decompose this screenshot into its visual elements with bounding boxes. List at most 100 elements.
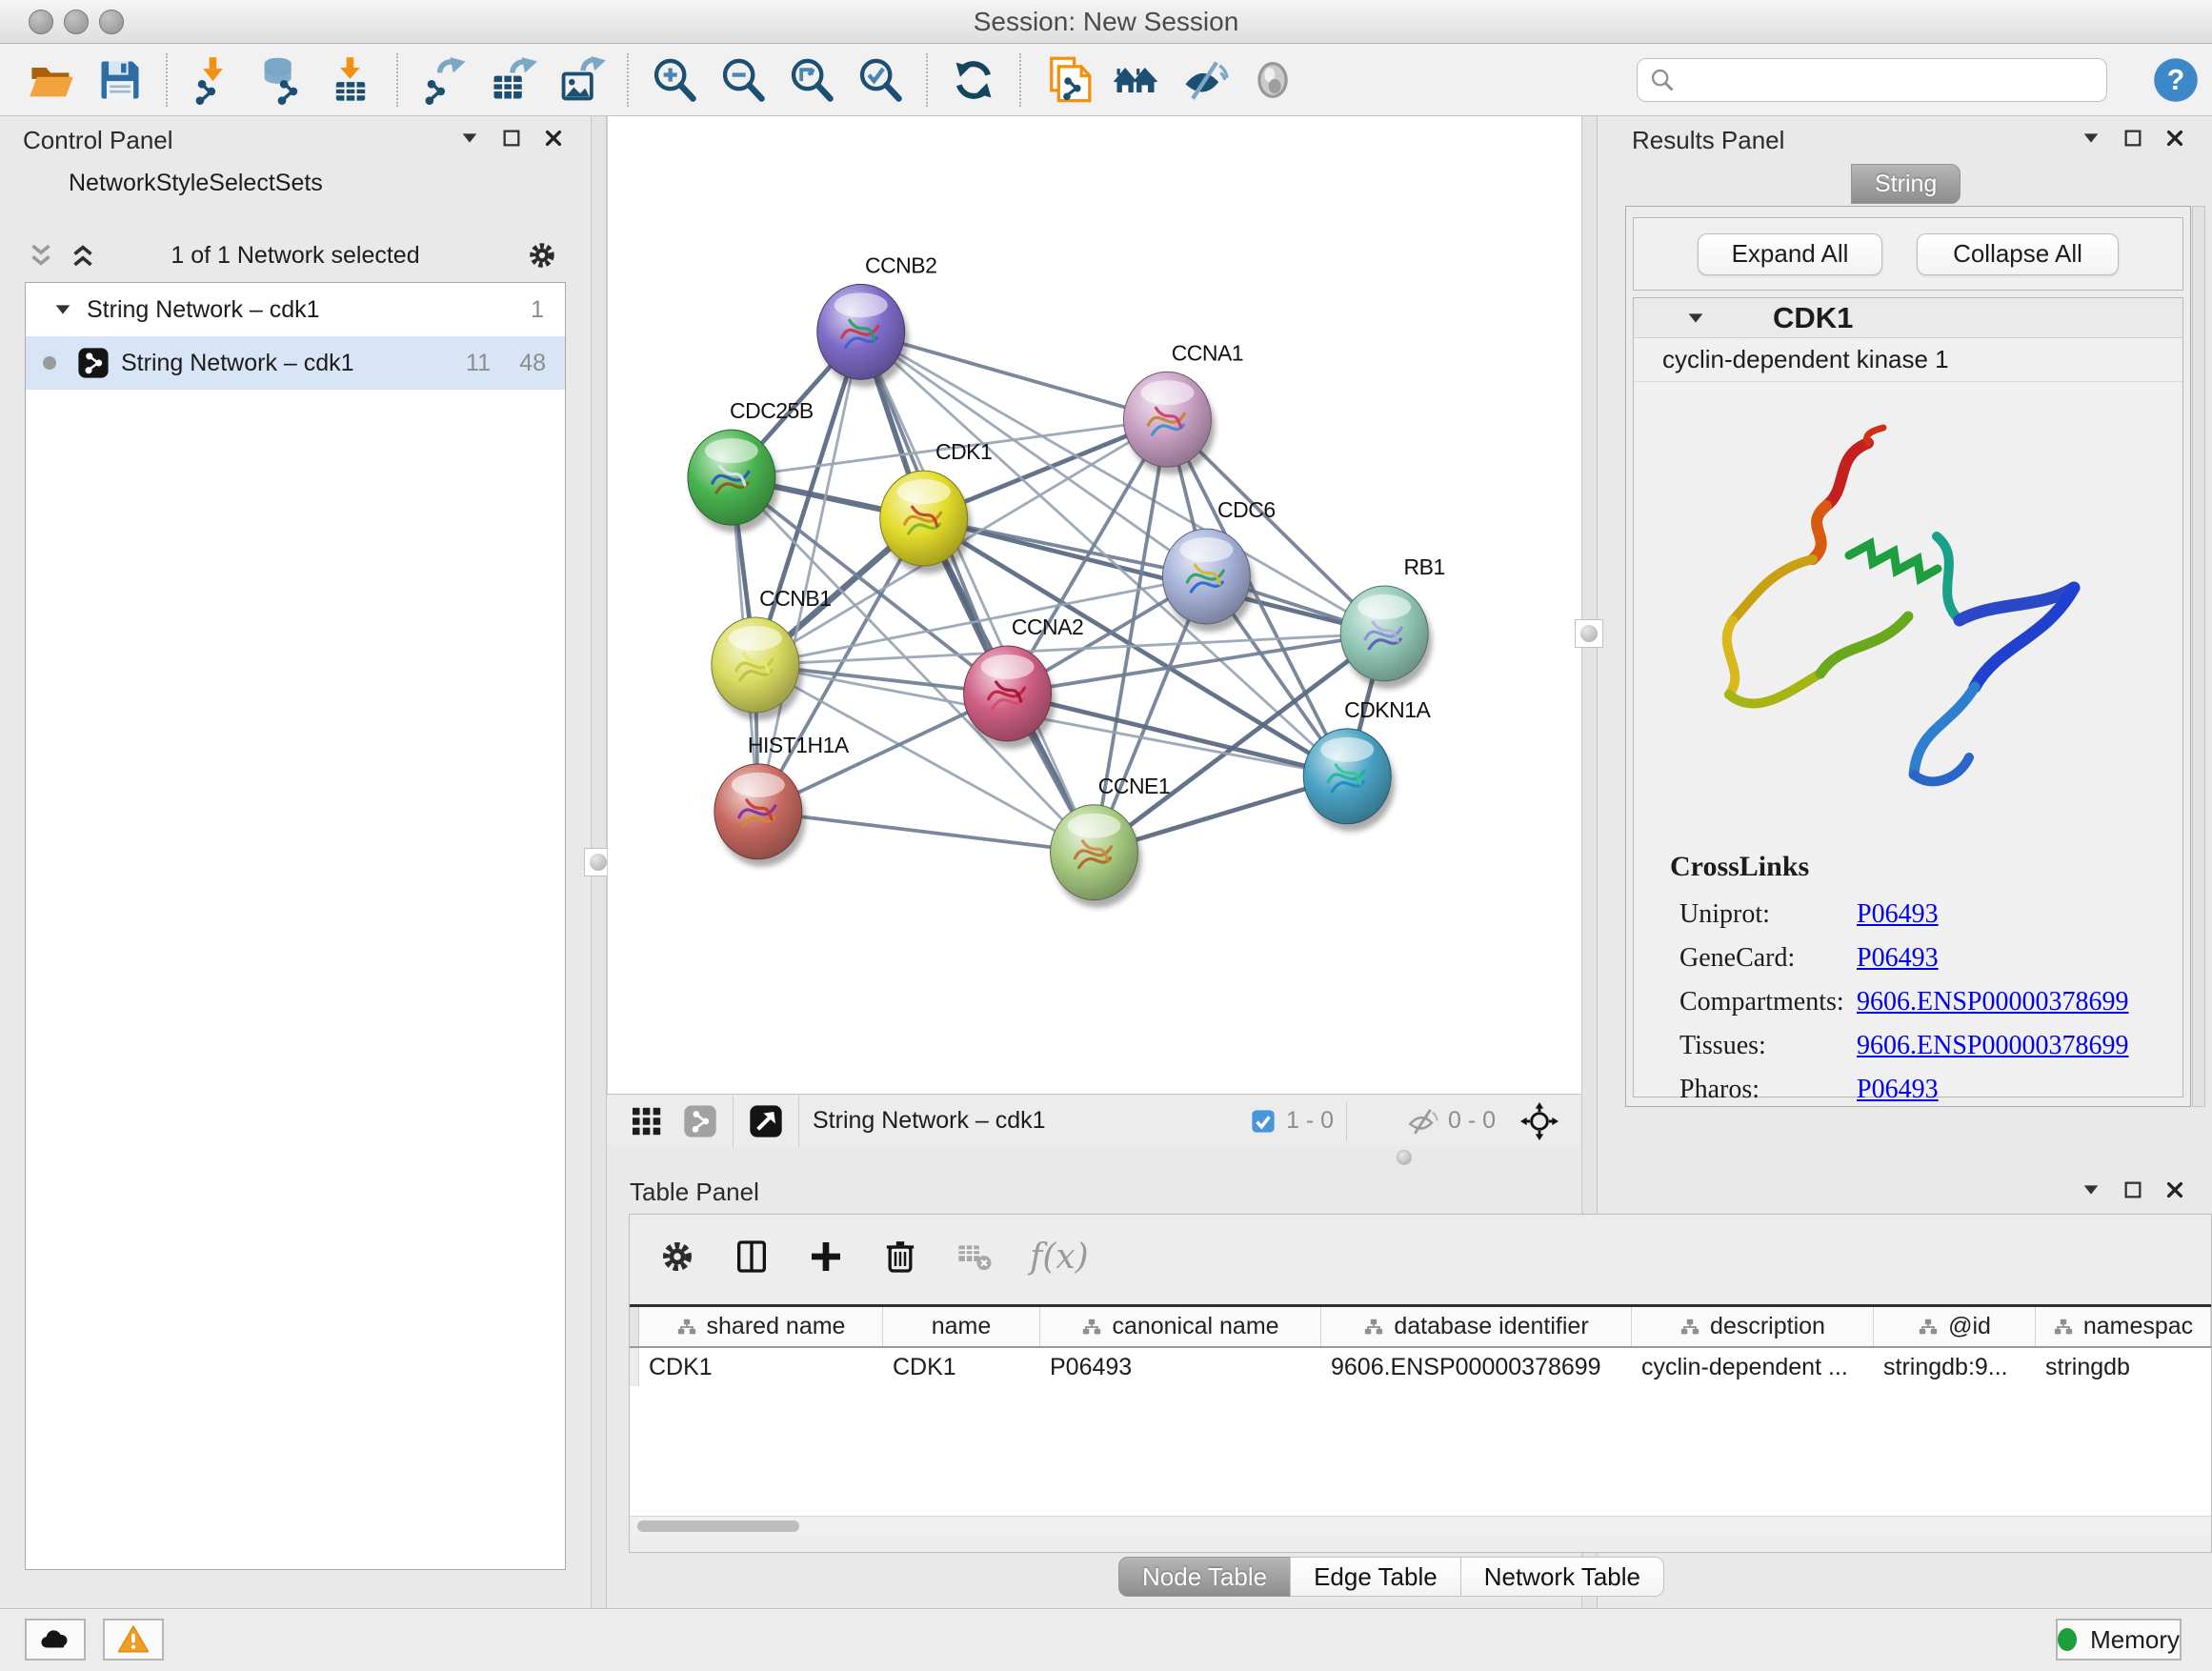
network-row-selected[interactable]: String Network – cdk1 11 48 xyxy=(26,336,565,390)
collection-expand-icon[interactable] xyxy=(52,299,73,320)
results-float-icon[interactable] xyxy=(2122,128,2143,149)
string-home-button[interactable] xyxy=(1108,52,1163,108)
tab-style[interactable]: Style xyxy=(156,170,210,196)
results-scrollbar[interactable] xyxy=(2192,206,2205,1107)
edge-HIST1H1A-CCNE1[interactable] xyxy=(758,812,1095,853)
window-title: Session: New Session xyxy=(0,7,2212,37)
network-documents-button[interactable] xyxy=(1039,52,1095,108)
help-button[interactable]: ? xyxy=(2151,55,2201,105)
tab-string[interactable]: String xyxy=(1851,164,1961,204)
fit-selected-crosshair-icon[interactable] xyxy=(1520,1102,1558,1140)
node-table[interactable]: shared namenamecanonical namedatabase id… xyxy=(630,1304,2211,1386)
hidden-eye-icon[interactable] xyxy=(1406,1105,1438,1137)
export-table-button[interactable] xyxy=(485,52,540,108)
show-all-button[interactable] xyxy=(1245,52,1300,108)
memory-button[interactable]: Memory xyxy=(2056,1619,2182,1661)
network-collection-row[interactable]: String Network – cdk1 1 xyxy=(26,283,565,336)
network-canvas[interactable]: CCNB2CCNA1CDC25BCDK1CDC6RB1CCNB1CCNA2CDK… xyxy=(607,116,1581,1094)
table-h-scrollbar[interactable] xyxy=(630,1516,2211,1535)
edge-CDK1-RB1[interactable] xyxy=(924,518,1385,634)
grid-view-icon[interactable] xyxy=(628,1102,666,1140)
node-CDC25B[interactable]: CDC25B xyxy=(688,398,814,533)
table-float-icon[interactable] xyxy=(2122,1179,2143,1200)
panel-menu-icon[interactable] xyxy=(459,128,480,149)
crosslink-link[interactable]: P06493 xyxy=(1857,943,1939,974)
tab-sets[interactable]: Sets xyxy=(275,170,323,196)
zoom-selected-button[interactable] xyxy=(853,52,908,108)
node-RB1[interactable]: RB1 xyxy=(1340,554,1445,689)
column-header-namespac[interactable]: namespac xyxy=(2036,1307,2211,1346)
import-network-from-database-button[interactable] xyxy=(254,52,310,108)
column-header-description[interactable]: description xyxy=(1632,1307,1874,1346)
cloud-button[interactable] xyxy=(25,1619,86,1661)
tab-network[interactable]: Network xyxy=(69,170,156,196)
collapse-all-button[interactable]: Collapse All xyxy=(1917,233,2119,275)
zoom-in-button[interactable] xyxy=(647,52,702,108)
help-icon: ? xyxy=(2151,55,2201,105)
export-image-button[interactable] xyxy=(553,52,609,108)
zoom-fit-button[interactable] xyxy=(784,52,839,108)
results-menu-icon[interactable] xyxy=(2081,128,2101,149)
network-options-gear-icon[interactable] xyxy=(526,239,558,272)
column-header-canonical-name[interactable]: canonical name xyxy=(1040,1307,1321,1346)
table-cell[interactable]: CDK1 xyxy=(883,1348,1040,1386)
table-cell[interactable]: P06493 xyxy=(1040,1348,1321,1386)
selected-checkbox-icon[interactable] xyxy=(1250,1108,1277,1135)
save-session-button[interactable] xyxy=(92,52,148,108)
table-menu-icon[interactable] xyxy=(2081,1179,2101,1200)
hide-selected-button[interactable] xyxy=(1176,52,1232,108)
node-CCNA1[interactable]: CCNA1 xyxy=(1123,340,1243,474)
crosslink-link[interactable]: 9606.ENSP00000378699 xyxy=(1857,1031,2128,1061)
zoom-fit-icon xyxy=(787,55,836,105)
column-header-database-identifier[interactable]: database identifier xyxy=(1321,1307,1632,1346)
birdseye-view-icon[interactable] xyxy=(747,1102,785,1140)
node-label-HIST1H1A: HIST1H1A xyxy=(748,733,850,757)
panel-float-icon[interactable] xyxy=(501,128,522,149)
crosslink-link[interactable]: P06493 xyxy=(1857,1075,1939,1105)
node-CDKN1A[interactable]: CDKN1A xyxy=(1303,697,1431,832)
table-cell[interactable]: CDK1 xyxy=(639,1348,883,1386)
show-columns-icon[interactable] xyxy=(733,1238,771,1276)
node-HIST1H1A[interactable]: HIST1H1A xyxy=(714,733,850,867)
table-row[interactable]: CDK1CDK1P064939606.ENSP00000378699cyclin… xyxy=(630,1348,2211,1386)
zoom-out-button[interactable] xyxy=(715,52,771,108)
import-network-icon xyxy=(189,55,238,105)
tab-edge-table[interactable]: Edge Table xyxy=(1290,1557,1461,1597)
column-header-name[interactable]: name xyxy=(883,1307,1040,1346)
tab-select[interactable]: Select xyxy=(209,170,274,196)
table-cell[interactable]: 9606.ENSP00000378699 xyxy=(1321,1348,1632,1386)
expand-all-button[interactable]: Expand All xyxy=(1698,233,1882,275)
panel-close-icon[interactable] xyxy=(543,128,564,149)
table-h-scrollbar-thumb[interactable] xyxy=(637,1520,799,1532)
search-input[interactable] xyxy=(1637,58,2107,102)
node-CDC6[interactable]: CDC6 xyxy=(1162,497,1275,632)
crosslink-link[interactable]: P06493 xyxy=(1857,899,1939,930)
network-tree: String Network – cdk1 1 String Network –… xyxy=(25,282,566,1570)
crosslink-link[interactable]: 9606.ENSP00000378699 xyxy=(1857,987,2128,1017)
table-cell[interactable]: cyclin-dependent ... xyxy=(1632,1348,1874,1386)
export-network-button[interactable] xyxy=(416,52,472,108)
network-view-icon[interactable] xyxy=(681,1102,719,1140)
node-CDK1[interactable]: CDK1 xyxy=(880,439,993,574)
table-options-gear-icon[interactable] xyxy=(658,1238,696,1276)
import-table-from-file-button[interactable] xyxy=(323,52,378,108)
import-network-from-file-button[interactable] xyxy=(186,52,241,108)
column-header-shared-name[interactable]: shared name xyxy=(639,1307,883,1346)
horizontal-splitter-handle[interactable] xyxy=(1397,1150,1412,1165)
apply-preferred-layout-button[interactable] xyxy=(946,52,1001,108)
open-session-button[interactable] xyxy=(24,52,79,108)
horizontal-splitter[interactable] xyxy=(607,1147,1581,1170)
warnings-button[interactable] xyxy=(103,1619,164,1661)
add-column-icon[interactable] xyxy=(807,1238,845,1276)
column-header-@id[interactable]: @id xyxy=(1874,1307,2036,1346)
table-cell[interactable]: stringdb:9... xyxy=(1874,1348,2036,1386)
tab-network-table[interactable]: Network Table xyxy=(1460,1557,1664,1597)
tab-node-table[interactable]: Node Table xyxy=(1118,1557,1291,1597)
delete-column-icon[interactable] xyxy=(881,1238,919,1276)
table-cell[interactable]: stringdb xyxy=(2036,1348,2211,1386)
gene-expand-icon[interactable] xyxy=(1685,308,1706,329)
table-close-icon[interactable] xyxy=(2164,1179,2185,1200)
node-CCNB2[interactable]: CCNB2 xyxy=(817,252,937,387)
edge-CCNB2-CCNE1[interactable] xyxy=(861,332,1095,852)
results-close-icon[interactable] xyxy=(2164,128,2185,149)
